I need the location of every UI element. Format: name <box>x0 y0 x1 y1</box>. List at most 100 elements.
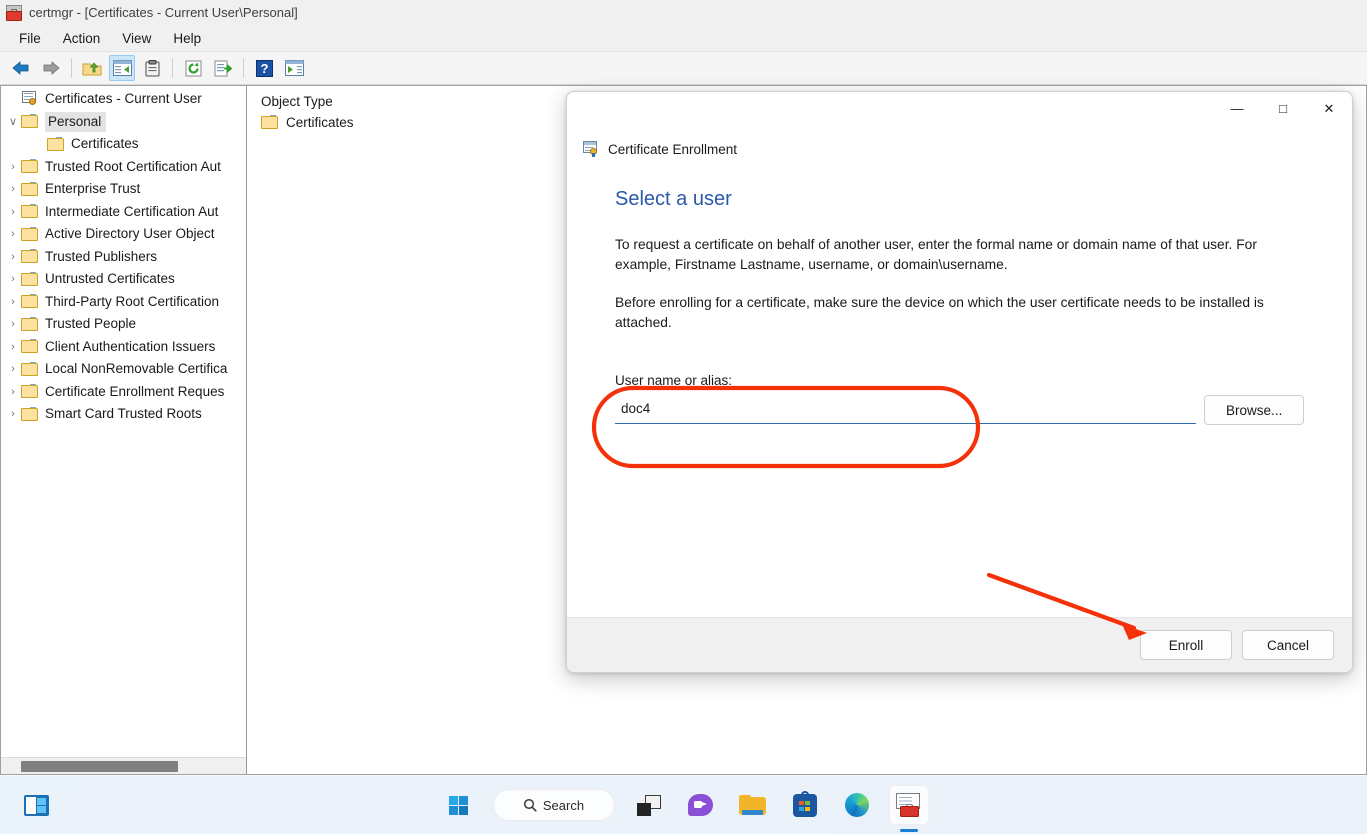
chevron-right-icon[interactable]: › <box>5 318 21 330</box>
folder-icon <box>21 159 39 174</box>
microsoft-store-button[interactable] <box>785 785 825 825</box>
folder-icon <box>21 294 39 309</box>
console-tree-pane: Certificates - Current User ∨ Personal C… <box>0 85 247 775</box>
search-icon <box>523 798 537 812</box>
forward-arrow-icon[interactable] <box>38 55 64 81</box>
tree-item-label: Certificates <box>71 136 139 152</box>
user-name-label: User name or alias: <box>615 373 733 388</box>
chevron-right-icon[interactable]: › <box>5 206 21 218</box>
folder-icon <box>21 384 39 399</box>
tree-item-third-party-root-certification-authorities[interactable]: › Third-Party Root Certification <box>1 291 246 314</box>
menu-action[interactable]: Action <box>52 28 112 49</box>
widgets-icon[interactable] <box>16 786 56 826</box>
certificate-enrollment-dialog: — □ ✕ Certificate Enrollment Select a us… <box>566 91 1353 673</box>
file-explorer-button[interactable] <box>733 785 773 825</box>
menu-help[interactable]: Help <box>162 28 212 49</box>
menu-file[interactable]: File <box>8 28 52 49</box>
certmgr-taskbar-button[interactable] <box>888 785 929 825</box>
tree-item-trusted-root-certification-authorities[interactable]: › Trusted Root Certification Aut <box>1 156 246 179</box>
tree-item-client-authentication-issuers[interactable]: › Client Authentication Issuers <box>1 336 246 359</box>
chat-icon <box>688 794 713 816</box>
minimize-button[interactable]: — <box>1214 92 1260 125</box>
task-view-icon <box>636 794 661 816</box>
tree-item-label: Enterprise Trust <box>45 181 141 197</box>
chevron-right-icon[interactable]: › <box>5 341 21 353</box>
cancel-button[interactable]: Cancel <box>1242 630 1334 660</box>
dialog-heading: Select a user <box>615 188 732 210</box>
tree-item-local-nonremovable-certificates[interactable]: › Local NonRemovable Certifica <box>1 358 246 381</box>
certmgr-icon <box>895 793 922 817</box>
scrollbar-thumb[interactable] <box>21 761 178 772</box>
chevron-right-icon[interactable]: › <box>5 183 21 195</box>
user-name-row: Browse... <box>615 395 1304 425</box>
enroll-button[interactable]: Enroll <box>1140 630 1232 660</box>
folder-icon <box>21 114 39 129</box>
toolbar-separator <box>172 58 173 78</box>
folder-icon <box>21 204 39 219</box>
tree-item-label: Active Directory User Object <box>45 226 215 242</box>
refresh-icon[interactable] <box>180 55 206 81</box>
up-one-level-icon[interactable] <box>79 55 105 81</box>
chevron-right-icon[interactable]: › <box>5 408 21 420</box>
tree-item-label: Trusted Root Certification Aut <box>45 158 221 174</box>
folder-icon <box>21 406 39 422</box>
tree-item-active-directory-user-object[interactable]: › Active Directory User Object <box>1 223 246 246</box>
tree-horizontal-scrollbar[interactable] <box>1 757 246 774</box>
user-name-field-block: User name or alias: Browse... <box>615 373 1304 425</box>
folder-icon <box>261 115 279 130</box>
search-label: Search <box>542 797 585 813</box>
tree-item-personal[interactable]: ∨ Personal <box>1 111 246 134</box>
menu-view[interactable]: View <box>111 28 162 49</box>
taskbar-left-region <box>10 776 62 834</box>
tree-item-label: Smart Card Trusted Roots <box>45 406 202 422</box>
chevron-right-icon[interactable]: › <box>5 228 21 240</box>
chevron-down-icon[interactable]: ∨ <box>5 115 21 128</box>
tree-item-label: Certificate Enrollment Reques <box>45 383 225 399</box>
dialog-app-title: Certificate Enrollment <box>608 141 738 157</box>
chevron-right-icon[interactable]: › <box>5 363 21 375</box>
chevron-right-icon[interactable]: › <box>5 251 21 263</box>
dialog-app-line: Certificate Enrollment <box>567 136 1352 162</box>
back-arrow-icon[interactable] <box>8 55 34 81</box>
start-button[interactable] <box>439 785 479 825</box>
edge-icon <box>844 793 869 817</box>
window-title: certmgr - [Certificates - Current User\P… <box>29 5 298 20</box>
chevron-right-icon[interactable]: › <box>5 386 21 398</box>
edge-browser-button[interactable] <box>837 785 877 825</box>
user-name-input[interactable] <box>615 396 1197 424</box>
tree-item-label: Intermediate Certification Aut <box>45 203 219 219</box>
tree-item-trusted-publishers[interactable]: › Trusted Publishers <box>1 246 246 269</box>
maximize-button[interactable]: □ <box>1260 92 1306 125</box>
help-icon[interactable]: ? <box>251 55 277 81</box>
show-hide-console-tree-icon[interactable] <box>109 55 135 81</box>
dialog-caption-bar: — □ ✕ <box>567 92 1352 136</box>
task-view-button[interactable] <box>629 785 669 825</box>
folder-icon <box>21 249 39 264</box>
tree-item-certificates[interactable]: Certificates <box>1 133 246 156</box>
windows-logo-icon <box>449 795 469 815</box>
browse-button[interactable]: Browse... <box>1204 395 1304 425</box>
search-button[interactable]: Search <box>492 789 615 821</box>
chevron-right-icon[interactable]: › <box>5 273 21 285</box>
window-titlebar: certmgr - [Certificates - Current User\P… <box>0 0 1367 25</box>
show-action-pane-icon[interactable] <box>281 55 307 81</box>
tree-root-label: Certificates - Current User <box>45 91 202 107</box>
tree-item-trusted-people[interactable]: › Trusted People <box>1 313 246 336</box>
tree-item-intermediate-certification-authorities[interactable]: › Intermediate Certification Aut <box>1 201 246 224</box>
dialog-paragraph-1: To request a certificate on behalf of an… <box>615 237 1257 272</box>
certificate-enrollment-icon <box>583 141 600 157</box>
properties-icon[interactable] <box>139 55 165 81</box>
tree-item-certificate-enrollment-requests[interactable]: › Certificate Enrollment Reques <box>1 381 246 404</box>
export-list-icon[interactable] <box>210 55 236 81</box>
dialog-paragraph-2: Before enrolling for a certificate, make… <box>615 295 1264 330</box>
tree-root-certificates-current-user[interactable]: Certificates - Current User <box>1 88 246 111</box>
chat-button[interactable] <box>681 785 721 825</box>
close-button[interactable]: ✕ <box>1306 92 1352 125</box>
tree-item-untrusted-certificates[interactable]: › Untrusted Certificates <box>1 268 246 291</box>
console-tree: Certificates - Current User ∨ Personal C… <box>1 86 246 757</box>
tree-item-smart-card-trusted-roots[interactable]: › Smart Card Trusted Roots <box>1 403 246 426</box>
dialog-body: Select a user To request a certificate o… <box>567 162 1352 617</box>
tree-item-enterprise-trust[interactable]: › Enterprise Trust <box>1 178 246 201</box>
chevron-right-icon[interactable]: › <box>5 161 21 173</box>
chevron-right-icon[interactable]: › <box>5 296 21 308</box>
